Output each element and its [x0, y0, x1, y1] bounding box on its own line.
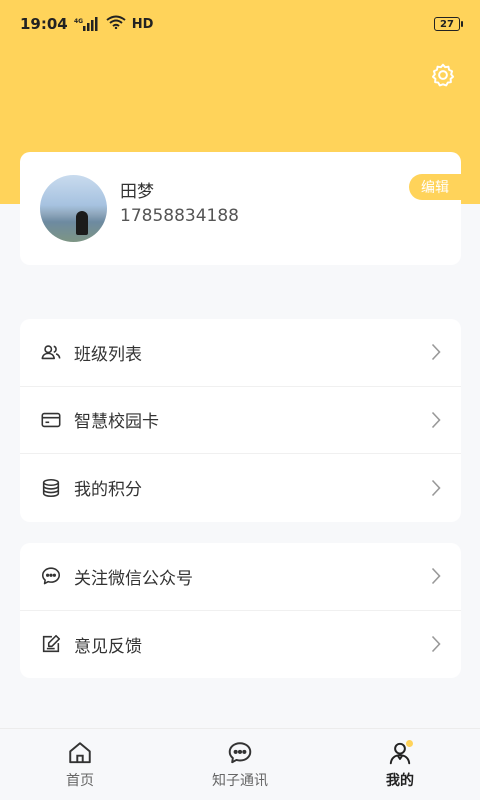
tab-label-messages: 知子通讯 — [212, 773, 268, 789]
menu-label-feedback: 意见反馈 — [74, 636, 142, 657]
avatar[interactable] — [40, 175, 107, 242]
message-icon — [226, 739, 254, 767]
battery-icon: 27 — [434, 17, 463, 31]
menu-item-campus-card[interactable]: 智慧校园卡 — [20, 387, 461, 454]
tab-messages[interactable]: 知子通讯 — [160, 729, 320, 800]
active-indicator-dot — [406, 740, 413, 747]
chevron-right-icon — [429, 566, 443, 586]
feedback-icon — [40, 633, 62, 655]
tab-label-profile: 我的 — [386, 773, 414, 789]
menu-group-secondary: 关注微信公众号 意见反馈 — [20, 543, 461, 678]
gear-icon — [430, 62, 456, 92]
bottom-tab-bar: 首页 知子通讯 我的 — [0, 728, 480, 800]
profile-name: 田梦 — [120, 182, 154, 202]
status-time: 19:04 — [20, 15, 68, 33]
network-type: 4G — [74, 18, 83, 25]
menu-label-follow-wechat: 关注微信公众号 — [74, 568, 193, 589]
users-icon — [40, 341, 62, 363]
chevron-right-icon — [429, 634, 443, 654]
menu-item-class-list[interactable]: 班级列表 — [20, 319, 461, 387]
hd-indicator: HD — [131, 16, 154, 32]
tab-label-home: 首页 — [66, 773, 94, 789]
chevron-right-icon — [429, 342, 443, 362]
battery-level: 27 — [440, 18, 454, 30]
coins-icon — [40, 477, 62, 499]
wifi-icon — [106, 15, 126, 33]
menu-label-points: 我的积分 — [74, 480, 142, 501]
menu-item-points[interactable]: 我的积分 — [20, 454, 461, 522]
profile-card[interactable]: 田梦 17858834188 编辑 — [20, 152, 461, 265]
status-bar: 19:04 4G HD 27 — [0, 0, 480, 48]
menu-label-campus-card: 智慧校园卡 — [74, 412, 159, 433]
chat-bubble-icon — [40, 565, 62, 587]
menu-label-class-list: 班级列表 — [74, 344, 142, 365]
home-icon — [66, 739, 94, 767]
menu-item-feedback[interactable]: 意见反馈 — [20, 611, 461, 679]
chevron-right-icon — [429, 410, 443, 430]
tab-profile[interactable]: 我的 — [320, 729, 480, 800]
profile-phone: 17858834188 — [120, 206, 239, 226]
chevron-right-icon — [429, 478, 443, 498]
profile-icon — [386, 739, 414, 767]
avatar-figure — [76, 211, 88, 235]
edit-button[interactable]: 编辑 — [409, 174, 461, 200]
tab-home[interactable]: 首页 — [0, 729, 160, 800]
settings-button[interactable] — [428, 62, 458, 92]
menu-group-main: 班级列表 智慧校园卡 我的积分 — [20, 319, 461, 522]
menu-item-follow-wechat[interactable]: 关注微信公众号 — [20, 543, 461, 611]
signal-icon: 4G — [74, 17, 100, 31]
card-icon — [40, 409, 62, 431]
